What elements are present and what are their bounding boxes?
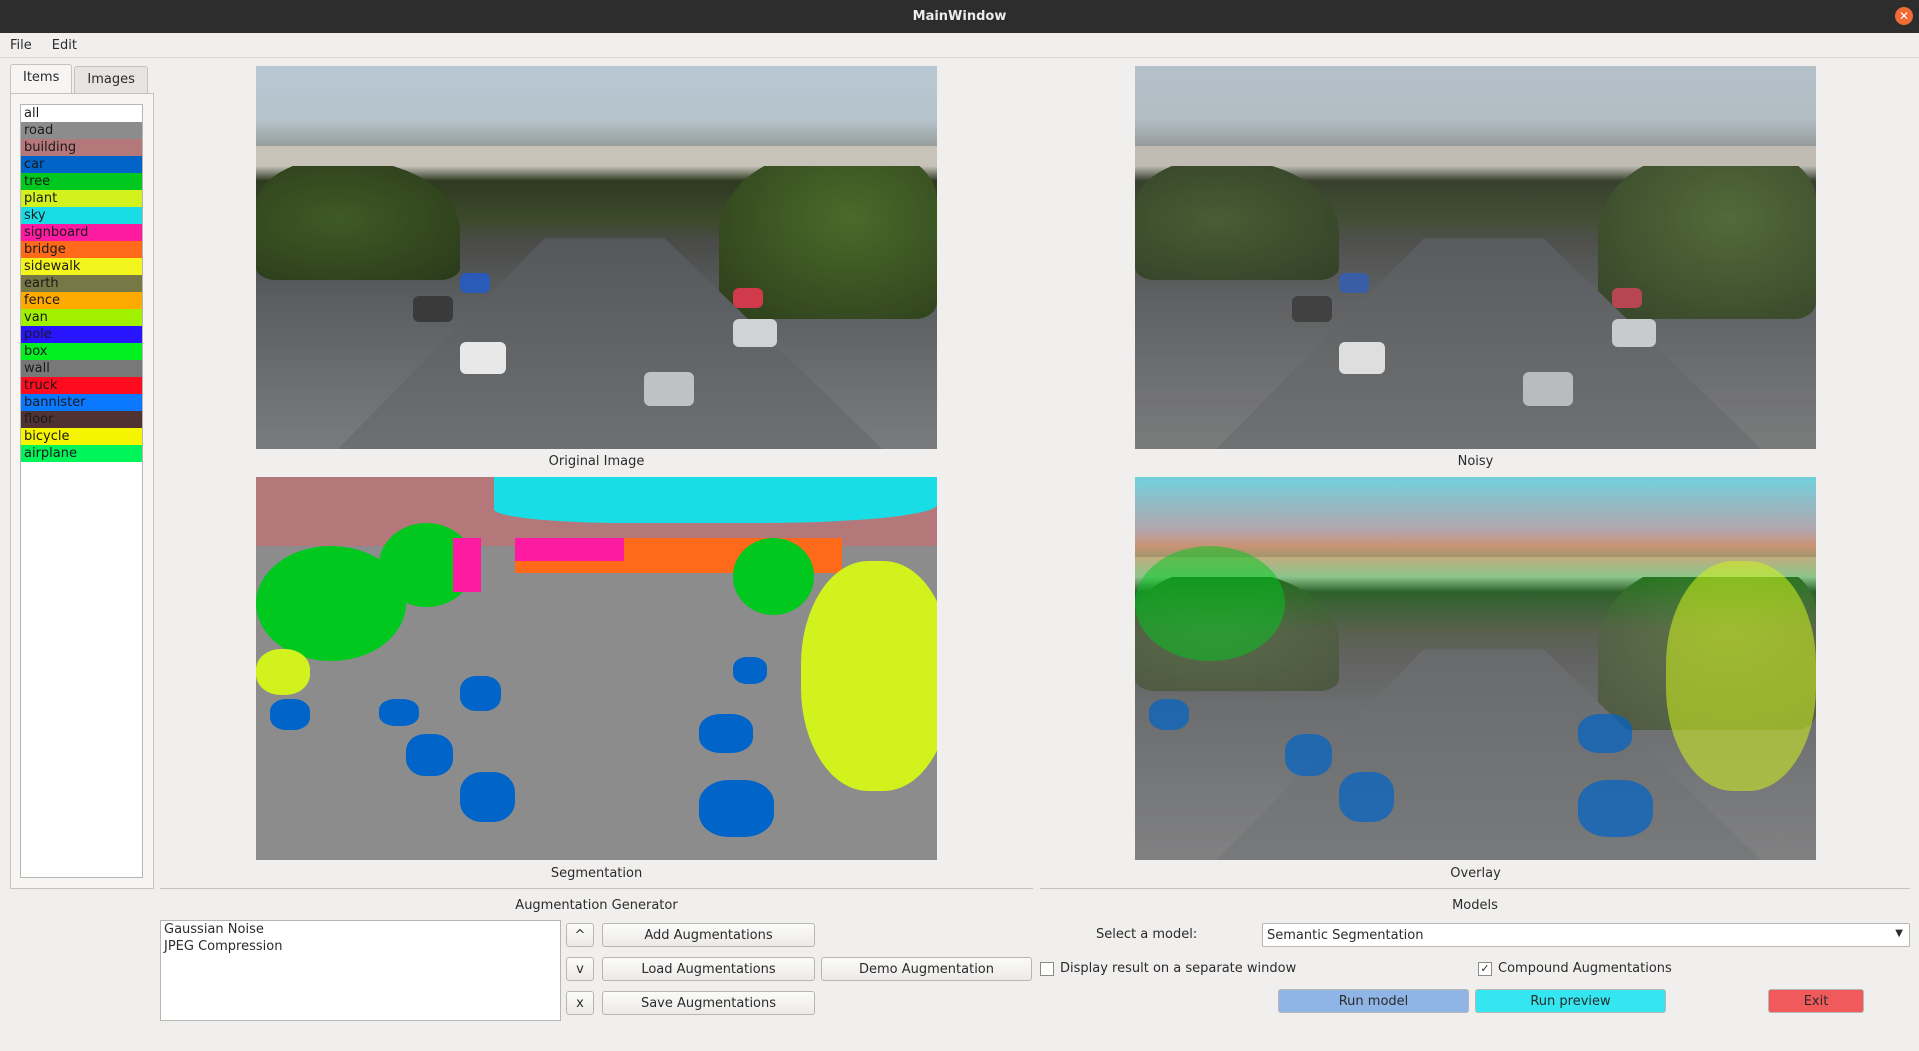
exit-button[interactable]: Exit: [1768, 989, 1864, 1013]
class-item-car[interactable]: car: [21, 156, 142, 173]
compound-augmentations-label: Compound Augmentations: [1498, 961, 1672, 976]
move-up-button[interactable]: ^: [566, 923, 594, 947]
class-item-box[interactable]: box: [21, 343, 142, 360]
models-title: Models: [1452, 898, 1498, 913]
divider-right: [1040, 888, 1910, 889]
title-bar: MainWindow ✕: [0, 0, 1919, 33]
divider-left: [160, 888, 1033, 889]
class-list[interactable]: all road building car tree plant sky signboard b…: [20, 104, 143, 878]
overlay-image: [1135, 477, 1816, 860]
noisy-image: [1135, 66, 1816, 449]
window-title: MainWindow: [912, 9, 1007, 24]
run-preview-button[interactable]: Run preview: [1475, 989, 1666, 1013]
class-item-sky[interactable]: sky: [21, 207, 142, 224]
move-down-button[interactable]: v: [566, 957, 594, 981]
run-model-button[interactable]: Run model: [1278, 989, 1469, 1013]
items-panel: all road building car tree plant sky signboard b…: [10, 93, 154, 889]
load-augmentations-button[interactable]: Load Augmentations: [602, 957, 815, 981]
class-item-plant[interactable]: plant: [21, 190, 142, 207]
separate-window-checkbox[interactable]: Display result on a separate window: [1040, 961, 1296, 976]
class-item-bicycle[interactable]: bicycle: [21, 428, 142, 445]
class-item-fence[interactable]: fence: [21, 292, 142, 309]
remove-button[interactable]: x: [566, 991, 594, 1015]
overlay-caption: Overlay: [1450, 866, 1501, 881]
menu-bar: File Edit: [0, 33, 1919, 58]
list-item[interactable]: JPEG Compression: [161, 938, 560, 955]
select-model-label: Select a model:: [1096, 927, 1198, 942]
checkbox-icon[interactable]: [1040, 961, 1054, 976]
class-item-pole[interactable]: pole: [21, 326, 142, 343]
class-item-signboard[interactable]: signboard: [21, 224, 142, 241]
class-item-bridge[interactable]: bridge: [21, 241, 142, 258]
class-item-sidewalk[interactable]: sidewalk: [21, 258, 142, 275]
add-augmentations-button[interactable]: Add Augmentations: [602, 923, 815, 947]
noisy-caption: Noisy: [1457, 454, 1494, 469]
class-item-road[interactable]: road: [21, 122, 142, 139]
class-item-tree[interactable]: tree: [21, 173, 142, 190]
class-item-floor[interactable]: floor: [21, 411, 142, 428]
segmentation-caption: Segmentation: [550, 866, 643, 881]
segmentation-image: [256, 477, 937, 860]
tab-items[interactable]: Items: [10, 64, 73, 93]
list-item[interactable]: Gaussian Noise: [161, 921, 560, 938]
model-select[interactable]: Semantic Segmentation ▼: [1262, 923, 1910, 947]
menu-file[interactable]: File: [0, 38, 42, 53]
augmentation-title: Augmentation Generator: [515, 898, 678, 913]
class-item-airplane[interactable]: airplane: [21, 445, 142, 462]
class-item-earth[interactable]: earth: [21, 275, 142, 292]
class-item-building[interactable]: building: [21, 139, 142, 156]
class-item-van[interactable]: van: [21, 309, 142, 326]
tab-images[interactable]: Images: [74, 66, 148, 93]
chevron-down-icon: ▼: [1895, 928, 1903, 939]
close-icon[interactable]: ✕: [1895, 7, 1913, 25]
original-caption: Original Image: [548, 454, 645, 469]
menu-edit[interactable]: Edit: [42, 38, 87, 53]
class-item-all[interactable]: all: [21, 105, 142, 122]
original-image: [256, 66, 937, 449]
save-augmentations-button[interactable]: Save Augmentations: [602, 991, 815, 1015]
left-tabs: Items Images: [10, 64, 150, 93]
demo-augmentation-button[interactable]: Demo Augmentation: [821, 957, 1032, 981]
augmentation-list[interactable]: Gaussian Noise JPEG Compression: [160, 920, 561, 1021]
compound-augmentations-checkbox[interactable]: ✓ Compound Augmentations: [1478, 961, 1672, 976]
model-select-value: Semantic Segmentation: [1267, 927, 1424, 943]
checkmark-icon[interactable]: ✓: [1478, 961, 1492, 976]
class-item-wall[interactable]: wall: [21, 360, 142, 377]
class-item-bannister[interactable]: bannister: [21, 394, 142, 411]
class-item-truck[interactable]: truck: [21, 377, 142, 394]
separate-window-label: Display result on a separate window: [1060, 961, 1297, 976]
